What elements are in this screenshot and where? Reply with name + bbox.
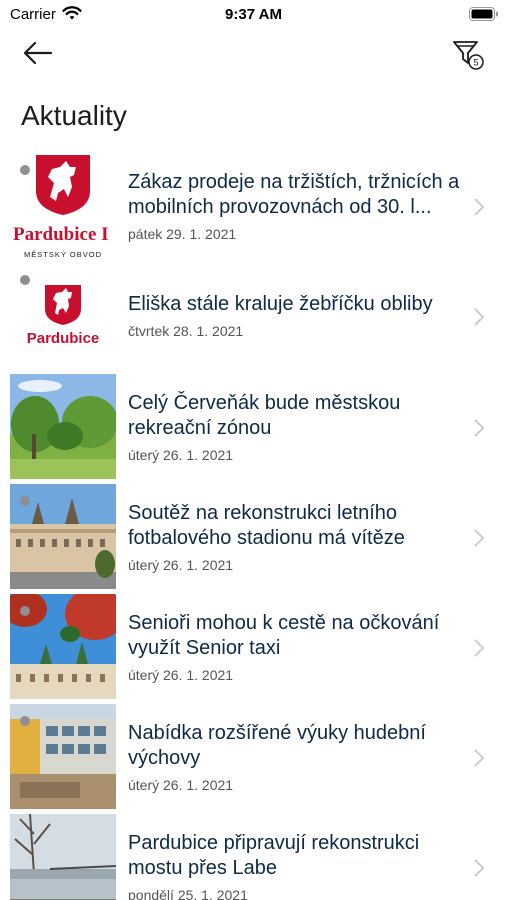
- article-title: Eliška stále kraluje žebříčku obliby: [128, 293, 433, 315]
- list-item[interactable]: Pardubice připravují rekonstrukci mostu …: [0, 814, 507, 900]
- article-date: čtvrtek 28. 1. 2021: [128, 323, 244, 339]
- logo-text: Pardubice: [27, 330, 100, 347]
- unread-dot: [20, 275, 30, 285]
- article-date: úterý 26. 1. 2021: [128, 556, 234, 573]
- navigation-bar: 5: [0, 28, 507, 84]
- filter-icon[interactable]: 5: [451, 36, 487, 72]
- bridge-photo: [10, 814, 116, 900]
- article-title: Senioři mohou k cestě na očkování využít…: [128, 611, 440, 659]
- chevron-right-icon: [474, 308, 485, 326]
- filter-count-badge: 5: [473, 58, 478, 68]
- list-item[interactable]: Celý Červeňák bude městskou rekreační zó…: [0, 374, 507, 484]
- article-title: Celý Červeňák bude městskou rekreační zó…: [128, 391, 401, 439]
- clock: 9:37 AM: [225, 6, 282, 23]
- arrow-left-icon[interactable]: [20, 38, 56, 68]
- article-title: Soutěž na rekonstrukci letního fotbalové…: [128, 501, 405, 549]
- chevron-right-icon: [474, 859, 485, 877]
- chevron-right-icon: [474, 529, 485, 547]
- article-date: úterý 26. 1. 2021: [128, 666, 234, 683]
- chevron-right-icon: [474, 198, 485, 216]
- article-title: Pardubice připravují rekonstrukci mostu …: [128, 831, 420, 879]
- park-photo: [10, 374, 116, 479]
- article-date: úterý 26. 1. 2021: [128, 776, 234, 793]
- list-item[interactable]: Soutěž na rekonstrukci letního fotbalové…: [0, 484, 507, 594]
- article-title: Nabídka rozšířené výuky hudební výchovy: [128, 721, 426, 769]
- unread-dot: [20, 165, 30, 175]
- unread-dot: [20, 496, 30, 506]
- chevron-right-icon: [474, 639, 485, 657]
- list-item[interactable]: Pardubice Eliška stále kraluje žebříčku …: [0, 263, 507, 373]
- chevron-right-icon: [474, 419, 485, 437]
- unread-dot: [20, 716, 30, 726]
- list-item[interactable]: Pardubice I MĚSTSKÝ OBVOD Zákaz prodeje …: [0, 153, 507, 263]
- battery-icon: [469, 7, 498, 21]
- article-date: pondělí 25. 1. 2021: [128, 886, 248, 900]
- list-item[interactable]: Nabídka rozšířené výuky hudební výchovy …: [0, 704, 507, 814]
- status-bar: Carrier 9:37 AM: [0, 0, 507, 28]
- unread-dot: [20, 606, 30, 616]
- logo-text: Pardubice I: [13, 224, 109, 245]
- page-title: Aktuality: [21, 100, 127, 131]
- list-item[interactable]: Senioři mohou k cestě na očkování využít…: [0, 594, 507, 704]
- chevron-right-icon: [474, 749, 485, 767]
- article-title: Zákaz prodeje na tržištích, tržnicích a …: [128, 170, 460, 218]
- logo-subtext: MĚSTSKÝ OBVOD: [24, 250, 102, 258]
- article-date: úterý 26. 1. 2021: [128, 446, 234, 463]
- article-date: pátek 29. 1. 2021: [128, 225, 237, 242]
